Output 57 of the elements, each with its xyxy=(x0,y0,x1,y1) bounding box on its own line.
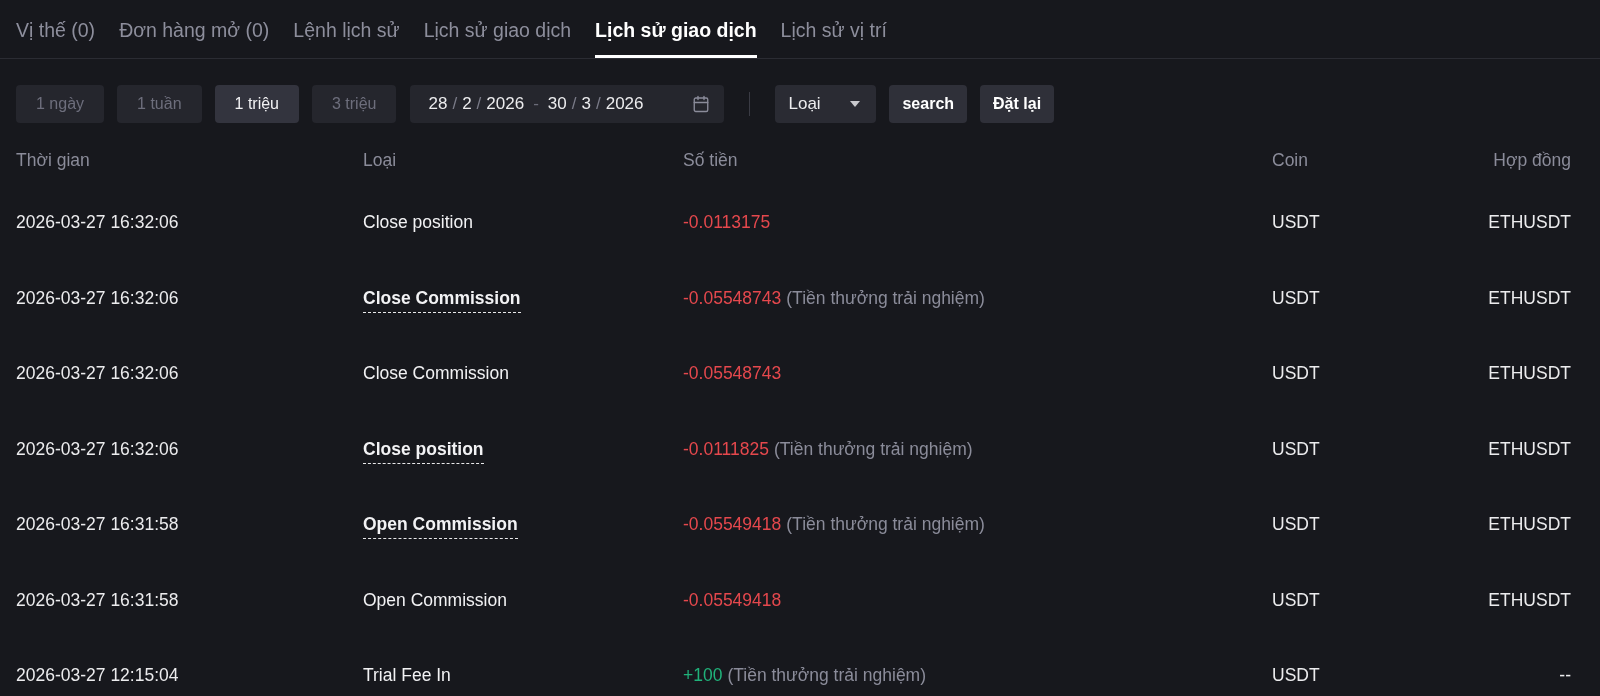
type-select[interactable]: Loại xyxy=(775,85,877,123)
contract-text: ETHUSDT xyxy=(1488,514,1571,536)
tab[interactable]: Lịch sử giao dịch xyxy=(423,0,572,58)
timestamp-text: 2026-03-27 16:32:06 xyxy=(16,363,179,385)
tab[interactable]: Lịch sử giao dịch xyxy=(595,0,757,58)
tab[interactable]: Lệnh lịch sử xyxy=(293,0,400,58)
column-header: Hợp đồng xyxy=(1493,149,1571,171)
period-button[interactable]: 1 triệu xyxy=(214,85,299,123)
caret-down-icon xyxy=(850,101,861,107)
type-text[interactable]: Close position xyxy=(363,434,484,464)
search-button[interactable]: search xyxy=(889,85,968,123)
contract-text: ETHUSDT xyxy=(1488,589,1571,611)
type-text: Trial Fee In xyxy=(363,665,451,687)
column-header: Coin xyxy=(1272,149,1308,171)
amount-text: +100 xyxy=(683,665,723,687)
contract-text: ETHUSDT xyxy=(1488,287,1571,309)
reset-button[interactable]: Đặt lại xyxy=(980,85,1055,123)
amount-note: (Tiền thưởng trải nghiệm) xyxy=(786,514,985,536)
coin-text: USDT xyxy=(1272,665,1320,687)
timestamp-text: 2026-03-27 16:32:06 xyxy=(16,212,179,234)
contract-text: ETHUSDT xyxy=(1488,438,1571,460)
type-text: Close Commission xyxy=(363,363,509,385)
amount-note: (Tiền thưởng trải nghiệm) xyxy=(727,665,926,687)
amount-text: -0.05549418 xyxy=(683,589,782,611)
column-header: Loại xyxy=(363,149,397,171)
timestamp-text: 2026-03-27 12:15:04 xyxy=(16,665,179,687)
coin-text: USDT xyxy=(1272,438,1320,460)
column-header: Thời gian xyxy=(16,149,90,171)
type-text: Open Commission xyxy=(363,589,507,611)
type-text[interactable]: Close Commission xyxy=(363,283,521,313)
coin-text: USDT xyxy=(1272,363,1320,385)
amount-text: -0.0111825 xyxy=(683,438,769,460)
timestamp-text: 2026-03-27 16:31:58 xyxy=(16,514,179,536)
coin-text: USDT xyxy=(1272,287,1320,309)
amount-text: -0.05548743 xyxy=(683,287,782,309)
contract-text: -- xyxy=(1559,665,1571,687)
calendar-icon xyxy=(692,95,711,113)
tab[interactable]: Lịch sử vị trí xyxy=(780,0,887,58)
contract-text: ETHUSDT xyxy=(1488,363,1571,385)
timestamp-text: 2026-03-27 16:32:06 xyxy=(16,287,179,309)
coin-text: USDT xyxy=(1272,589,1320,611)
amount-text: -0.05549418 xyxy=(683,514,782,536)
tab[interactable]: Đơn hàng mở (0) xyxy=(119,0,270,58)
date-range-field[interactable]: 28 / 2 / 2026 - 30 / 3 / 2026 xyxy=(410,85,725,123)
type-text: Close position xyxy=(363,212,473,234)
contract-text: ETHUSDT xyxy=(1488,212,1571,234)
amount-note: (Tiền thưởng trải nghiệm) xyxy=(786,287,985,309)
column-header: Số tiền xyxy=(683,149,738,171)
coin-text: USDT xyxy=(1272,212,1320,234)
type-text[interactable]: Open Commission xyxy=(363,510,518,540)
amount-note: (Tiền thưởng trải nghiệm) xyxy=(773,438,973,460)
amount-text: -0.05548743 xyxy=(683,363,782,385)
amount-text: -0.0113175 xyxy=(683,212,771,234)
coin-text: USDT xyxy=(1272,514,1320,536)
tab[interactable]: Vị thế (0) xyxy=(16,0,96,58)
timestamp-text: 2026-03-27 16:31:58 xyxy=(16,589,179,611)
timestamp-text: 2026-03-27 16:32:06 xyxy=(16,438,179,460)
